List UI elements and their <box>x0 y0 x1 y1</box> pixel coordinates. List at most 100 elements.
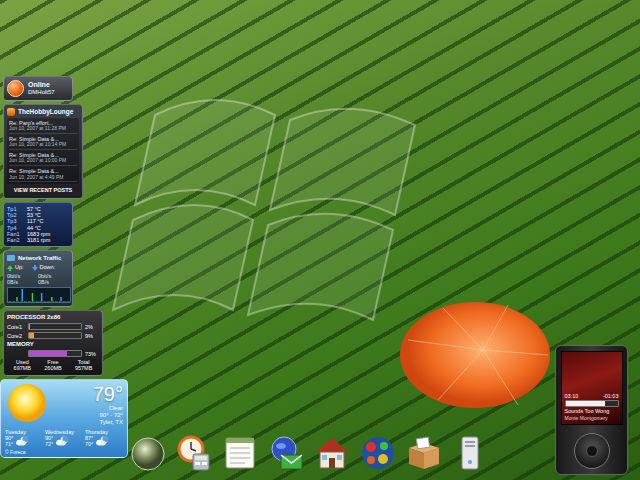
forecast-day: Wednesday90°72° <box>45 429 83 447</box>
dock-item[interactable] <box>174 430 214 476</box>
dock-item[interactable] <box>266 430 306 476</box>
sensor-value: 117 °C <box>27 218 69 224</box>
dock-item[interactable] <box>220 430 260 476</box>
track-progress <box>565 400 619 407</box>
stat-label: Used <box>16 359 29 365</box>
umbrella-icon <box>398 300 553 415</box>
post-item[interactable]: Re: Simple Data &...Jun 10, 2007 at 10:1… <box>9 136 77 150</box>
core-meter <box>28 332 82 339</box>
memory-title: MEMORY <box>7 341 99 348</box>
low-temperature: 71° <box>5 441 13 447</box>
dock-item[interactable] <box>358 430 398 476</box>
forum-title: TheHobbyLounge <box>18 108 73 115</box>
up-bar <box>51 297 52 302</box>
post-list: Re: Parp's effort...Jun 10, 2007 at 11:2… <box>7 118 79 184</box>
core-label: Core2 <box>7 333 25 339</box>
stat-value: 697MB <box>14 365 31 371</box>
dock-item[interactable] <box>128 430 168 476</box>
low-temperature: 70° <box>85 441 93 447</box>
post-item[interactable]: Re: Simple Data &...Jun 10, 2007 at 4:49… <box>9 168 77 182</box>
down-bar <box>18 301 19 303</box>
progress-fill <box>566 401 605 406</box>
sensor-value: 57 °C <box>27 206 69 212</box>
dock-item[interactable] <box>312 430 352 476</box>
remaining-time: -01:03 <box>603 393 619 399</box>
up-bar <box>43 301 44 303</box>
processor-title: PROCESSOR 2x86 <box>7 314 99 321</box>
status-icon <box>7 80 24 97</box>
weather-condition: Clear <box>109 405 123 411</box>
night-cloud-icon <box>15 436 29 446</box>
view-recent-posts-button[interactable]: VIEW RECENT POSTS <box>7 186 79 194</box>
core-row: Core29% <box>7 332 99 339</box>
post-item[interactable]: Re: Parp's effort...Jun 10, 2007 at 11:2… <box>9 120 77 134</box>
down-reading: 0bit/s <box>38 273 51 279</box>
weather-gadget[interactable]: 79°Clear90° - 72°Tyler, TXTuesday90°71°W… <box>0 379 128 458</box>
down-reading: 0B/s <box>38 279 49 285</box>
network-readings: 0bit/s0B/s0bit/s0B/s <box>7 273 69 286</box>
sensor-label: Fan1 <box>7 231 23 237</box>
forecast-list: Tuesday90°71°Wednesday90°72°Thursday87°7… <box>5 429 123 447</box>
clock-calculator-icon <box>175 434 213 472</box>
user-name: DMHolt57 <box>28 89 55 96</box>
temperature-range: 90° - 72° <box>100 412 123 418</box>
pad-center-button[interactable] <box>586 445 598 457</box>
stat-value: 957MB <box>75 365 92 371</box>
dock-item[interactable] <box>450 430 490 476</box>
sensor-value: 3181 rpm <box>27 237 69 243</box>
network-icon <box>7 254 15 262</box>
sensor-value: 53 °C <box>27 212 69 218</box>
up-bar <box>16 297 17 302</box>
ball-icon <box>359 434 397 472</box>
down-bar <box>64 301 65 303</box>
sensor-list: Tp157 °CTp253 °CTp3117 °CTp444 °CFan1168… <box>7 206 69 244</box>
core-fill <box>29 324 30 329</box>
memory-row: 73% <box>7 350 99 357</box>
processor-gadget: PROCESSOR 2x86Core12%Core29%MEMORY73%Use… <box>3 310 103 375</box>
dock-item[interactable] <box>404 430 444 476</box>
up-reading: 0B/s <box>7 279 18 285</box>
memory-meter <box>28 350 82 357</box>
up-bar <box>24 301 25 303</box>
core-reading: 2% <box>85 324 99 330</box>
windows-logo-icon <box>95 55 485 355</box>
sensor-value: 44 °C <box>27 225 69 231</box>
high-temperature: 90° <box>45 435 53 441</box>
globe-mail-icon <box>267 434 305 472</box>
up-bar <box>59 301 60 303</box>
artist-name: Monte Montgomery <box>565 415 619 421</box>
day-name: Tuesday <box>5 429 26 435</box>
day-name: Thursday <box>85 429 108 435</box>
sensor-label: Tp1 <box>7 206 23 212</box>
down-bar <box>60 297 61 302</box>
day-name: Wednesday <box>45 429 74 435</box>
down-bar <box>33 301 34 303</box>
messenger-gadget[interactable]: OnlineDMHolt57 <box>3 76 73 101</box>
high-temperature: 90° <box>5 435 13 441</box>
core-meter <box>28 323 82 330</box>
post-item[interactable]: Re: Simple Data &...Jun 10, 2007 at 10:0… <box>9 152 77 166</box>
sensor-label: Fan2 <box>7 237 23 243</box>
city-name: Tyler, TX <box>99 419 123 425</box>
wallpaper-watermark <box>95 55 485 359</box>
weather-credit: © Foreca <box>5 449 123 455</box>
up-bar <box>55 301 56 303</box>
down-bar <box>49 301 50 303</box>
down-arrow-icon <box>32 265 38 271</box>
down-bar <box>53 301 54 303</box>
forum-icon <box>7 108 15 116</box>
down-bar <box>22 289 23 302</box>
up-bar <box>9 301 10 303</box>
up-bar <box>28 301 29 303</box>
up-bar <box>20 301 21 303</box>
down-bar <box>25 301 26 303</box>
wallpaper-umbrella <box>398 300 553 419</box>
control-pad[interactable] <box>574 433 610 469</box>
down-bar <box>14 301 15 303</box>
down-bar <box>68 301 69 303</box>
sensor-label: Tp4 <box>7 225 23 231</box>
memory-reading: 73% <box>85 351 99 357</box>
dock <box>128 430 490 476</box>
sensor-label: Tp3 <box>7 218 23 224</box>
orb-icon <box>129 434 167 472</box>
